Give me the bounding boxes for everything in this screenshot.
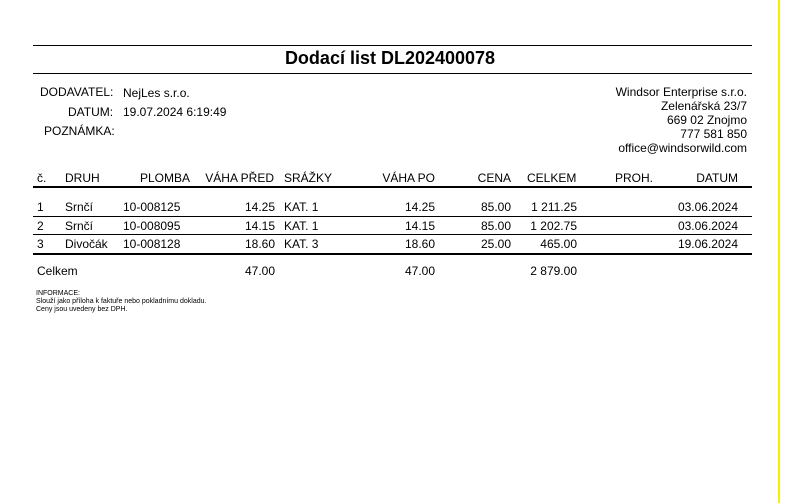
cell-number: 2 — [37, 219, 44, 233]
table-bottom-rule — [33, 253, 752, 255]
cell-total: 1 211.25 — [531, 200, 577, 214]
cell-seal: 10-008125 — [123, 200, 181, 214]
header-rule — [33, 186, 752, 188]
info-heading: INFORMACE: — [36, 290, 80, 297]
totals-weight-after: 47.00 — [404, 264, 435, 278]
col-header-proh: PROH. — [615, 171, 654, 185]
col-header-weight-after: VÁHA PO — [382, 171, 435, 185]
col-header-kind: DRUH — [65, 171, 100, 185]
date-value: 19.07.2024 6:19:49 — [123, 105, 227, 119]
cell-deductions: KAT. 1 — [284, 219, 319, 233]
cell-seal: 10-008128 — [123, 237, 181, 251]
cell-weight-after: 14.25 — [404, 200, 435, 214]
col-header-deductions: SRÁŽKY — [284, 171, 333, 185]
col-header-weight-before: VÁHA PŘED — [205, 171, 274, 185]
page-edge — [778, 0, 780, 503]
cell-weight-before: 14.25 — [244, 200, 275, 214]
supplier-value: NejLes s.r.o. — [123, 86, 190, 100]
recipient-city: 669 02 Znojmo — [666, 113, 747, 127]
cell-seal: 10-008095 — [123, 219, 181, 233]
top-rule — [33, 45, 752, 46]
recipient-email: office@windsorwild.com — [618, 141, 747, 155]
cell-total: 465.00 — [540, 237, 577, 251]
info-line: Ceny jsou uvedeny bez DPH. — [36, 306, 128, 313]
row-divider — [33, 234, 752, 235]
cell-kind: Srnčí — [65, 219, 94, 233]
supplier-label: DODAVATEL: — [40, 85, 114, 99]
recipient-address: Windsor Enterprise s.r.o. Zelenářská 23/… — [616, 85, 747, 155]
note-label: POZNÁMKA: — [44, 124, 115, 138]
totals-weight-before: 47.00 — [244, 264, 275, 278]
cell-weight-before: 18.60 — [244, 237, 275, 251]
col-header-seal: PLOMBA — [140, 171, 191, 185]
recipient-name: Windsor Enterprise s.r.o. — [615, 85, 747, 99]
row-divider — [33, 216, 752, 217]
document-title: Dodací list DL202400078 — [284, 48, 496, 68]
cell-price: 85.00 — [480, 200, 511, 214]
cell-deductions: KAT. 1 — [284, 200, 319, 214]
cell-date: 19.06.2024 — [677, 237, 738, 251]
recipient-street: Zelenářská 23/7 — [660, 99, 747, 113]
cell-weight-after: 18.60 — [404, 237, 435, 251]
cell-date: 03.06.2024 — [677, 200, 738, 214]
recipient-phone: 777 581 850 — [680, 127, 747, 141]
col-header-number: č. — [37, 171, 47, 185]
col-header-date: DATUM — [696, 171, 738, 185]
cell-total: 1 202.75 — [530, 219, 577, 233]
info-line: Slouží jako příloha k faktuře nebo pokla… — [36, 298, 207, 305]
cell-weight-before: 14.15 — [244, 219, 275, 233]
cell-kind: Srnčí — [65, 200, 94, 214]
cell-number: 3 — [37, 237, 44, 251]
col-header-price: CENA — [477, 171, 511, 185]
cell-kind: Divočák — [65, 237, 108, 251]
cell-deductions: KAT. 3 — [284, 237, 319, 251]
cell-date: 03.06.2024 — [677, 219, 738, 233]
totals-label: Celkem — [37, 264, 78, 278]
date-label: DATUM: — [68, 105, 114, 119]
cell-weight-after: 14.15 — [404, 219, 435, 233]
cell-price: 25.00 — [480, 237, 511, 251]
cell-number: 1 — [37, 200, 44, 214]
col-header-total: CELKEM — [527, 171, 577, 185]
totals-total: 2 879.00 — [530, 264, 577, 278]
title-rule — [33, 73, 752, 74]
info-block: INFORMACE: Slouží jako příloha k faktuře… — [36, 290, 206, 314]
cell-price: 85.00 — [480, 219, 511, 233]
